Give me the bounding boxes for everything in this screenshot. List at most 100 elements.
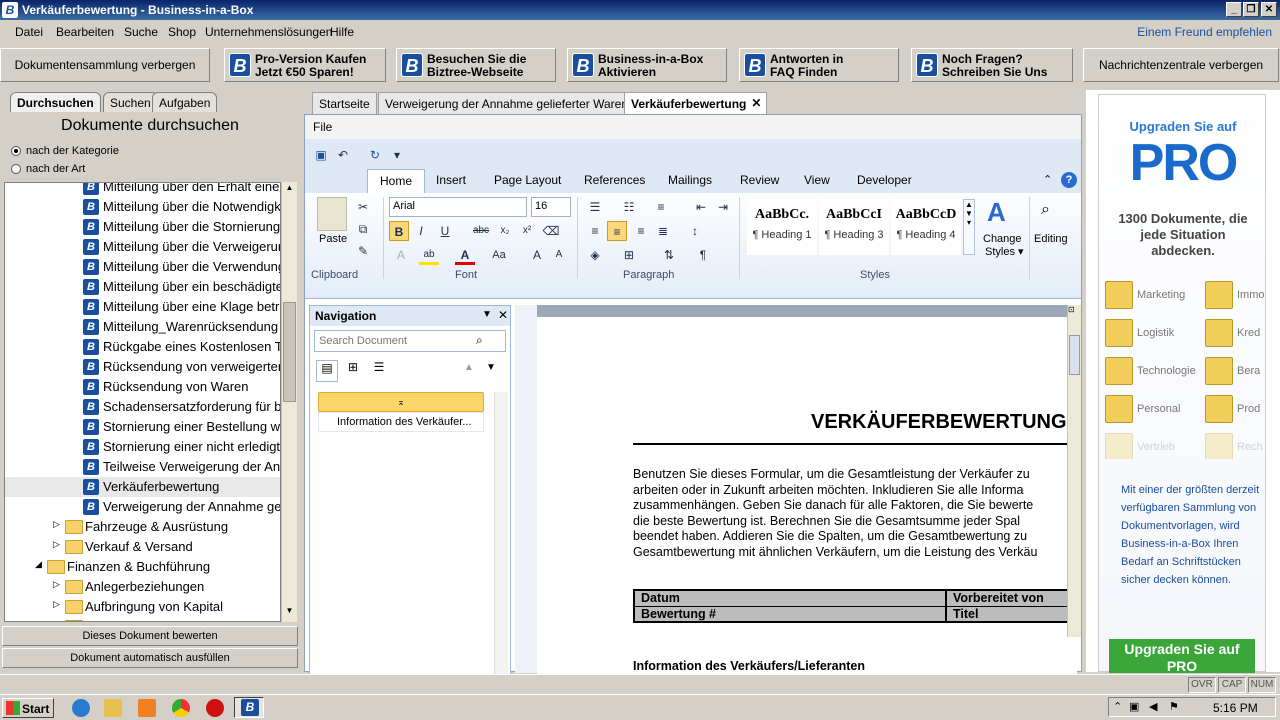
sort-icon[interactable]: ⇅ — [659, 245, 679, 265]
menu-hilfe[interactable]: Hilfe — [330, 25, 354, 39]
doc-body-text[interactable]: Benutzen Sie dieses Formular, um die Ges… — [633, 467, 1077, 560]
tree-item-folder[interactable]: ▷ Verkauf & Versand — [5, 537, 280, 557]
tree-item-document[interactable]: B Rücksendung von verweigerten Waren — [5, 357, 280, 377]
cut-icon[interactable]: ✂ — [353, 197, 373, 217]
shrink-font-icon[interactable]: A — [549, 245, 569, 265]
tree-item-folder[interactable]: ▷ Fahrzeuge & Ausrüstung — [5, 517, 280, 537]
category-label[interactable]: Immo — [1237, 289, 1265, 301]
media-player-icon[interactable] — [138, 699, 156, 717]
menu-unternehmensloesungen[interactable]: Unternehmenslösungen — [205, 25, 332, 39]
category-label[interactable]: Personal — [1137, 403, 1180, 415]
tree-item-document[interactable]: B Teilweise Verweigerung der Annahme — [5, 457, 280, 477]
ribbon-tab-mailings[interactable]: Mailings — [668, 173, 712, 187]
category-label[interactable]: Kred — [1237, 327, 1260, 339]
expand-icon[interactable]: ▷ — [53, 599, 60, 610]
close-tab-icon[interactable]: ✕ — [751, 96, 761, 110]
tree-scrollbar[interactable]: ▲ ▼ — [281, 182, 297, 622]
rate-document-button[interactable]: Dieses Dokument bewerten — [2, 626, 298, 646]
expand-icon[interactable]: ▷ — [53, 539, 60, 550]
doc-vscrollbar[interactable]: ⊡ — [1067, 305, 1081, 637]
font-color-icon[interactable]: A — [455, 245, 475, 265]
tree-item-folder[interactable]: ▷ Anlegerbeziehungen — [5, 577, 280, 597]
save-icon[interactable]: ▣ — [311, 145, 331, 165]
visit-website-button[interactable]: B Besuchen Sie die Biztree-Webseite — [396, 48, 556, 82]
expand-icon[interactable]: ▷ — [53, 519, 60, 530]
tree-item-document[interactable]: B Mitteilung über die Notwendigkeit — [5, 197, 280, 217]
menu-datei[interactable]: Datei — [15, 25, 43, 39]
tray-expand-icon[interactable]: ⌃ — [1113, 700, 1122, 713]
align-right-icon[interactable]: ≡ — [631, 221, 651, 241]
collapse-ribbon-icon[interactable]: ⌃ — [1043, 173, 1052, 186]
nav-headings-view-icon[interactable]: ▤ — [316, 360, 338, 382]
collapse-icon[interactable]: ◢ — [35, 559, 42, 570]
paste-icon[interactable] — [317, 197, 347, 231]
borders-icon[interactable]: ⊞ — [619, 245, 639, 265]
highlight-icon[interactable]: ab — [419, 245, 439, 265]
ruler-toggle-icon[interactable]: ⊡ — [1068, 305, 1075, 314]
change-styles-icon[interactable]: A — [987, 197, 1006, 228]
nav-scrollbar[interactable] — [494, 392, 508, 688]
buy-pro-button[interactable]: B Pro-Version Kaufen Jetzt €50 Sparen! — [224, 48, 386, 82]
show-marks-icon[interactable]: ¶ — [693, 245, 713, 265]
numbering-icon[interactable]: ☷ — [619, 197, 639, 217]
tree-item-document[interactable]: B Rücksendung von Waren — [5, 377, 280, 397]
volume-icon[interactable]: ◀ — [1149, 700, 1157, 713]
ribbon-tab-view[interactable]: View — [804, 173, 830, 187]
nav-collapse-heading[interactable]: ⌅ — [318, 392, 484, 412]
nav-pages-view-icon[interactable]: ⊞ — [342, 360, 364, 382]
paste-label[interactable]: Paste — [319, 233, 347, 245]
tree-item-document[interactable]: B Mitteilung über die Verweigerung — [5, 237, 280, 257]
ribbon-tab-home[interactable]: Home — [367, 169, 426, 193]
style-heading-1[interactable]: AaBbCc. ¶ Heading 1 — [747, 199, 817, 255]
clear-formatting-icon[interactable]: ⌫ — [541, 221, 561, 241]
doc-scroll-thumb[interactable] — [1069, 335, 1080, 375]
tree-item-folder[interactable]: ▷ Aufbringung von Kapital — [5, 597, 280, 617]
minimize-button[interactable]: _ — [1226, 2, 1242, 17]
close-button[interactable]: ✕ — [1261, 2, 1277, 17]
menu-suche[interactable]: Suche — [124, 25, 158, 39]
tree-item-document[interactable]: B Mitteilung_Warenrücksendung — [5, 317, 280, 337]
subscript-icon[interactable]: x₂ — [495, 221, 515, 241]
undo-icon[interactable]: ↶ — [333, 145, 353, 165]
bullets-icon[interactable]: ☰ — [585, 197, 605, 217]
style-heading-3[interactable]: AaBbCcI ¶ Heading 3 — [819, 199, 889, 255]
category-label[interactable]: Logistik — [1137, 327, 1174, 339]
faq-button[interactable]: B Antworten in FAQ Finden — [739, 48, 899, 82]
nav-next-icon[interactable]: ▼ — [486, 362, 496, 373]
category-label[interactable]: Marketing — [1137, 289, 1185, 301]
text-effects-icon[interactable]: A — [391, 245, 411, 265]
hide-documents-button[interactable]: Dokumentensammlung verbergen — [0, 48, 210, 82]
promo-upgrade-button[interactable]: Upgraden Sie auf PRO — [1109, 639, 1255, 673]
autofill-document-button[interactable]: Dokument automatisch ausfüllen — [2, 648, 298, 668]
chrome-icon[interactable] — [172, 699, 190, 717]
tree-item-document[interactable]: B Stornierung einer Bestellung wegen — [5, 417, 280, 437]
taskbar-app-business-in-a-box[interactable]: B — [234, 697, 264, 718]
help-icon[interactable]: ? — [1061, 172, 1077, 188]
tree-item-document[interactable]: B Mitteilung über den Erhalt einer — [5, 183, 280, 197]
category-label[interactable]: Vertrieb — [1137, 441, 1175, 453]
network-icon[interactable]: ▣ — [1129, 700, 1139, 713]
scroll-up-icon[interactable]: ▲ — [283, 183, 296, 196]
align-center-icon[interactable]: ≡ — [607, 221, 627, 241]
change-case-icon[interactable]: Aa — [489, 245, 509, 265]
grow-font-icon[interactable]: A — [527, 245, 547, 265]
shading-icon[interactable]: ◈ — [585, 245, 605, 265]
contact-button[interactable]: B Noch Fragen? Schreiben Sie Uns — [911, 48, 1073, 82]
nav-results-view-icon[interactable]: ☰ — [368, 360, 390, 382]
strikethrough-icon[interactable]: abc — [471, 221, 491, 241]
ribbon-tab-developer[interactable]: Developer — [857, 173, 912, 187]
category-label[interactable]: Bera — [1237, 365, 1260, 377]
scroll-thumb[interactable] — [283, 302, 296, 402]
activate-button[interactable]: B Business-in-a-Box Aktivieren — [567, 48, 727, 82]
nav-prev-icon[interactable]: ▲ — [464, 362, 474, 373]
nav-close-icon[interactable]: ✕ — [498, 308, 508, 322]
style-heading-4[interactable]: AaBbCcD ¶ Heading 4 — [891, 199, 961, 255]
tree-item-document[interactable]: B Stornierung einer nicht erledigten — [5, 437, 280, 457]
format-painter-icon[interactable]: ✎ — [353, 241, 373, 261]
start-button[interactable]: Start — [2, 698, 54, 718]
expand-icon[interactable]: ▷ — [53, 579, 60, 590]
underline-icon[interactable]: U — [435, 221, 455, 241]
copy-icon[interactable]: ⧉ — [353, 219, 373, 239]
doctab-verweigerung[interactable]: Verweigerung der Annahme gelieferter War… — [378, 92, 648, 114]
menu-shop[interactable]: Shop — [168, 25, 196, 39]
